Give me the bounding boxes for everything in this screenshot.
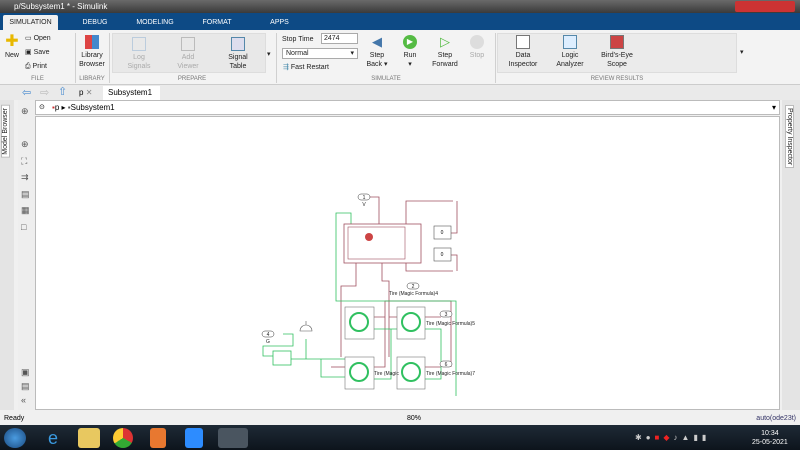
stop-time-input[interactable]: 2474 — [321, 33, 358, 44]
table-icon — [231, 37, 245, 51]
ribbon: ✚ New ▭ Open ▣ Save ⎙ Print FILE Library … — [0, 30, 800, 85]
window-title: p/Subsystem1 * - Simulink — [14, 2, 108, 11]
toolbar-icons[interactable]: ⊕ ⊕ ⛶ ⇉ ▤ ▦ □ — [21, 103, 30, 235]
sim-mode-select[interactable]: Normal ▾ — [282, 48, 358, 59]
group-file: FILE — [31, 76, 44, 82]
svg-text:Tire (Magic Formula)4: Tire (Magic Formula)4 — [389, 291, 438, 297]
svg-text:G: G — [266, 339, 270, 345]
group-simulate: SIMULATE — [371, 76, 401, 82]
left-panel: Model Browser — [0, 100, 14, 410]
tab-simulation[interactable]: SIMULATION — [3, 15, 58, 30]
canvas-toolbar: ⊕ ⊕ ⛶ ⇉ ▤ ▦ □ ▣ ▤ « — [18, 100, 35, 410]
data-inspector-icon — [516, 35, 530, 49]
property-inspector-tab[interactable]: Property Inspector — [785, 105, 794, 169]
svg-text:6: 6 — [445, 362, 448, 368]
review-more[interactable]: ▾ — [740, 48, 744, 57]
play-icon: ▶ — [403, 35, 417, 49]
svg-text:Tire (Magic: Tire (Magic — [374, 371, 399, 377]
prepare-more[interactable]: ▾ — [267, 50, 271, 59]
svg-text:2: 2 — [412, 284, 415, 290]
svg-text:Tire (Magic Formula)7: Tire (Magic Formula)7 — [426, 371, 475, 377]
back-icon[interactable]: ⇦ — [22, 86, 31, 99]
svg-text:Tire (Magic Formula)5: Tire (Magic Formula)5 — [426, 321, 475, 327]
viewer-icon — [181, 37, 195, 51]
tab-modeling[interactable]: MODELING — [130, 15, 180, 30]
log-signals-button[interactable]: Log Signals — [122, 37, 156, 71]
new-button[interactable]: ✚ New — [2, 33, 22, 60]
start-icon[interactable] — [4, 428, 26, 448]
step-forward-icon: ▷ — [440, 34, 450, 49]
group-prepare: PREPARE — [177, 76, 207, 82]
diagram: 0 0 1V 2Tire (Magic Formula)4 3 Tire (Mag… — [261, 193, 475, 396]
source-block — [272, 350, 292, 366]
wifi-icon — [132, 37, 146, 51]
stop-icon — [470, 35, 484, 49]
plus-icon: ✚ — [5, 33, 19, 50]
data-inspector-button[interactable]: Data Inspector — [505, 35, 541, 69]
svg-text:0: 0 — [441, 230, 444, 236]
ie-icon[interactable]: e — [42, 428, 64, 448]
window-controls[interactable] — [735, 1, 795, 12]
breadcrumb-p[interactable]: ▪p ▸ ▪Subsystem1 — [52, 103, 115, 112]
status-bar: Ready 80% auto(ode23t) — [0, 413, 800, 425]
ribbon-tabs: SIMULATION DEBUG MODELING FORMAT APPS — [0, 13, 800, 30]
step-back-button[interactable]: ◀ Step Back ▾ — [362, 35, 392, 69]
stop-button[interactable]: Stop — [466, 35, 488, 60]
explorer-icon[interactable] — [78, 428, 100, 448]
matlab-icon[interactable] — [218, 428, 248, 448]
tab-format[interactable]: FORMAT — [197, 15, 237, 30]
forward-icon[interactable]: ⇨ — [40, 86, 49, 99]
run-button[interactable]: ▶ Run ▾ — [397, 35, 423, 69]
svg-text:V: V — [362, 202, 366, 208]
add-viewer-button[interactable]: Add Viewer — [172, 37, 204, 71]
svg-text:4: 4 — [267, 332, 270, 338]
gauge-icon — [299, 321, 313, 332]
tab-debug[interactable]: DEBUG — [75, 15, 115, 30]
right-panel: Property Inspector — [782, 100, 800, 410]
breadcrumb: ⊙ ▪p ▸ ▪Subsystem1 ▾ — [35, 100, 780, 115]
library-browser-button[interactable]: Library Browser — [78, 35, 106, 69]
nav-row: ⇦ ⇨ ⇧ p ✕ Subsystem1 ✕ — [0, 85, 800, 111]
model-canvas[interactable]: 0 0 1V 2 Tire (Magic Formula)4 3 Tire (Mag… — [35, 116, 780, 410]
birds-eye-icon — [610, 35, 624, 49]
group-library: LIBRARY — [79, 76, 105, 82]
chrome-icon[interactable] — [113, 428, 133, 448]
signal-table-button[interactable]: Signal Table — [222, 37, 254, 71]
zoom-level: 80% — [407, 415, 422, 422]
fast-restart-icon: ⇶ — [283, 64, 289, 71]
doc-tab-subsystem1[interactable]: Subsystem1 ✕ — [103, 86, 160, 111]
logic-analyzer-icon — [563, 35, 577, 49]
group-review: REVIEW RESULTS — [590, 76, 644, 82]
vehicle-body-icon — [365, 233, 373, 241]
clock[interactable]: 10:34 25-05-2021 — [752, 429, 788, 447]
library-icon — [85, 35, 99, 49]
status-text: Ready — [4, 415, 25, 422]
breadcrumb-dropdown[interactable]: ▾ — [772, 103, 776, 112]
fast-restart-button[interactable]: ⇶ Fast Restart — [283, 63, 329, 72]
media-player-icon[interactable] — [150, 428, 166, 448]
birds-eye-scope-button[interactable]: Bird's-Eye Scope — [597, 35, 637, 69]
solver-link[interactable]: auto(ode23t) — [756, 413, 796, 425]
step-forward-button[interactable]: ▷ Step Forward — [428, 35, 462, 69]
doc-tab-p[interactable]: p ✕ — [74, 86, 102, 100]
toolbar-bottom-icons[interactable]: ▣ ▤ « — [21, 365, 30, 407]
stop-time-label: Stop Time — [282, 36, 314, 43]
step-back-icon: ◀ — [372, 34, 382, 49]
svg-text:3: 3 — [445, 312, 448, 318]
svg-text:1: 1 — [363, 195, 366, 201]
logic-analyzer-button[interactable]: Logic Analyzer — [553, 35, 587, 69]
tab-apps[interactable]: APPS — [262, 15, 297, 30]
taskbar: e ✱●■◆♪▲▮▮ 10:34 25-05-2021 — [0, 425, 800, 450]
save-button[interactable]: ▣ Save — [25, 48, 50, 57]
model-browser-tab[interactable]: Model Browser — [1, 105, 10, 158]
zoom-app-icon[interactable] — [185, 428, 203, 448]
open-button[interactable]: ▭ Open — [25, 34, 51, 43]
title-bar: p/Subsystem1 * - Simulink — [0, 0, 800, 13]
hide-icon[interactable]: ⊙ — [39, 103, 45, 111]
system-tray-icons[interactable]: ✱●■◆♪▲▮▮ — [635, 433, 710, 442]
print-button[interactable]: ⎙ Print — [25, 62, 47, 71]
svg-text:0: 0 — [441, 252, 444, 258]
up-icon[interactable]: ⇧ — [58, 85, 67, 98]
